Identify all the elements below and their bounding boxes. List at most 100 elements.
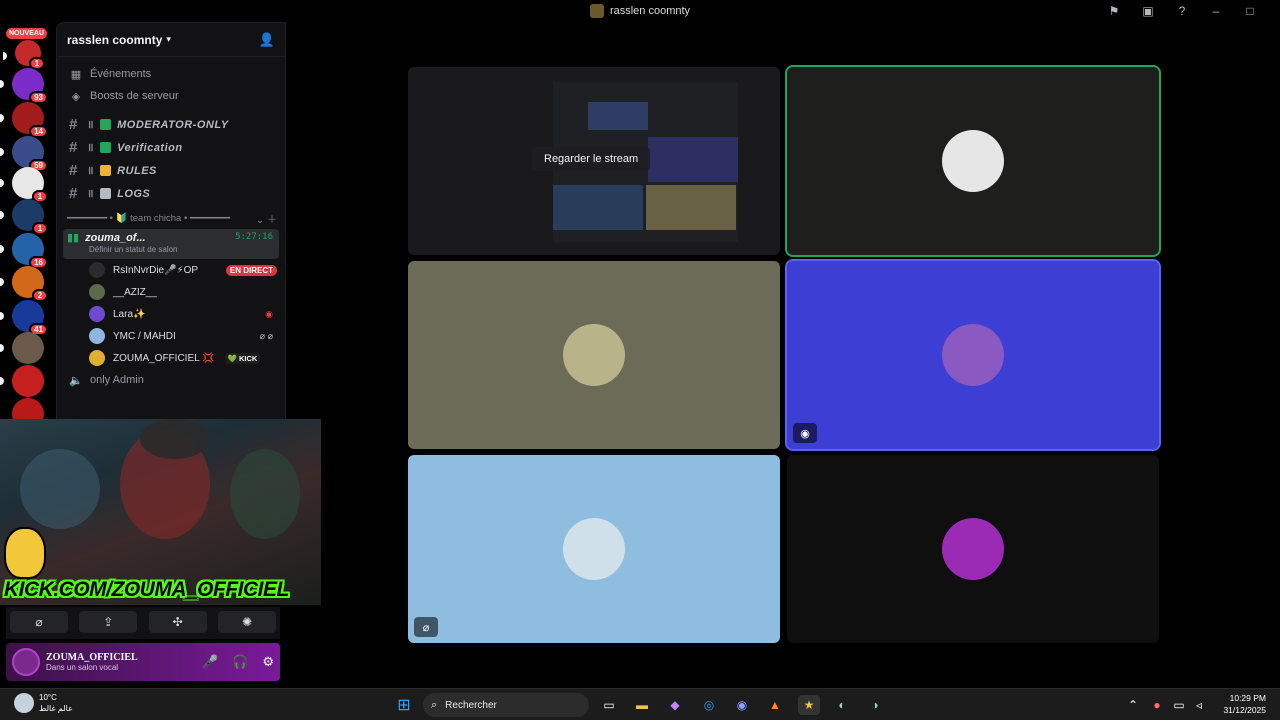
- participant-tile[interactable]: [785, 65, 1161, 257]
- voice-user-name: RsInNvrDie🎤⚡OP: [113, 264, 199, 276]
- server-icon[interactable]: 2: [0, 266, 48, 302]
- participant-avatar: [942, 130, 1004, 192]
- unread-pill: [0, 114, 4, 122]
- task-view-icon[interactable]: ▭: [598, 695, 620, 715]
- voice-timer: 5:27:16: [235, 232, 273, 242]
- set-status-link[interactable]: Définir un statut de salon: [89, 245, 275, 254]
- text-channel[interactable]: # ॥ MODERATOR-ONLY: [57, 113, 285, 136]
- microphone-icon[interactable]: ●: [1146, 695, 1168, 715]
- screen-share-button[interactable]: ⇪: [79, 611, 138, 633]
- unread-pill: [0, 278, 4, 286]
- mention-badge: 1: [32, 222, 48, 235]
- text-channel[interactable]: # ॥ LOGS: [57, 182, 285, 205]
- soundboard-button[interactable]: ✺: [217, 611, 276, 633]
- participant-tile[interactable]: [408, 261, 780, 449]
- events-link[interactable]: ▦ Événements: [57, 63, 285, 85]
- file-explorer-icon[interactable]: ▬: [631, 695, 653, 715]
- app-icon[interactable]: ▲: [764, 695, 786, 715]
- chevron-up-icon[interactable]: ⌃: [1122, 695, 1144, 715]
- hash-icon: #: [69, 139, 78, 156]
- voice-user[interactable]: YMC / MAHDI ⌀ ⌀: [57, 325, 285, 347]
- server-header[interactable]: rasslen coomnty ▾ 👤: [57, 23, 285, 57]
- new-badge: NOUVEAU: [6, 28, 48, 39]
- game-icon[interactable]: ★: [798, 695, 820, 715]
- participant-tile[interactable]: [787, 455, 1159, 643]
- search-icon: ⌕: [431, 698, 438, 711]
- steam-icon[interactable]: ◐: [831, 695, 853, 715]
- boost-icon: ◈: [71, 90, 81, 103]
- speaker-icon: ▮▮: [67, 232, 80, 244]
- add-channel-icon[interactable]: ⌄ ＋: [256, 211, 277, 226]
- channel-name: MODERATOR-ONLY: [117, 118, 229, 131]
- search-input[interactable]: ⌕ Rechercher: [423, 693, 589, 717]
- screen-share-icon[interactable]: ▣: [1138, 1, 1158, 21]
- active-voice-channel[interactable]: ▮▮ zouma_of... 5:27:16 Définir un statut …: [63, 229, 279, 259]
- weather-icon: [14, 693, 34, 713]
- server-icon[interactable]: 1: [0, 167, 48, 203]
- help-icon[interactable]: ?: [1172, 1, 1192, 21]
- voice-channel-only-admin[interactable]: 🔈 only Admin: [57, 369, 285, 391]
- avatar[interactable]: [12, 648, 40, 676]
- channel-emoji: [100, 188, 112, 199]
- participant-tile[interactable]: ⌀: [408, 455, 780, 643]
- unread-pill: [0, 211, 4, 219]
- steam-icon-2[interactable]: ◑: [864, 695, 886, 715]
- text-channel[interactable]: # ॥ RULES: [57, 159, 285, 182]
- server-icon[interactable]: 93: [0, 68, 48, 104]
- copilot-icon[interactable]: ◆: [664, 695, 686, 715]
- edge-icon[interactable]: ◎: [698, 695, 720, 715]
- avatar: [89, 350, 105, 366]
- unread-pill: [3, 52, 7, 60]
- deafened-icon: ◉: [265, 308, 273, 319]
- text-channel[interactable]: # ॥ Verification: [57, 136, 285, 159]
- chevron-down-icon: ▾: [166, 34, 171, 44]
- streamer-avatar: [4, 527, 46, 579]
- microphone-icon[interactable]: 🎤: [202, 654, 218, 670]
- volume-icon[interactable]: ◃: [1188, 695, 1210, 715]
- category-header[interactable]: ━━━━━━━ • 🔰 team chicha • ━━━━━━━ ⌄ ＋: [57, 209, 285, 227]
- network-icon[interactable]: ▭: [1168, 695, 1190, 715]
- voice-user[interactable]: __AZIZ__: [57, 281, 285, 303]
- weather-widget[interactable]: 10°C عالم غالط: [14, 692, 73, 714]
- activities-button[interactable]: ✣: [148, 611, 207, 633]
- speaker-icon: 🔈: [69, 374, 83, 387]
- server-name: rasslen coomnty: [67, 32, 163, 47]
- channel-emoji: [100, 142, 112, 153]
- close-button[interactable]: ✕: [1274, 1, 1280, 21]
- add-member-icon[interactable]: 👤: [259, 32, 275, 48]
- server-icon[interactable]: 16: [0, 233, 48, 269]
- watch-stream-button[interactable]: Regarder le stream: [532, 147, 651, 171]
- server-icon[interactable]: [0, 332, 44, 364]
- unread-pill: [0, 312, 4, 320]
- windows-start-icon[interactable]: ⊞: [393, 695, 415, 715]
- server-icon[interactable]: 1: [0, 199, 48, 235]
- channel-prefix: ॥: [87, 119, 95, 131]
- stream-tile[interactable]: Regarder le stream: [408, 67, 780, 255]
- maximize-button[interactable]: □: [1240, 1, 1260, 21]
- voice-user[interactable]: RsInNvrDie🎤⚡OP EN DIRECT: [57, 259, 285, 281]
- voice-controls: ⌀ ⇪ ✣ ✺: [6, 607, 280, 639]
- user-panel: ZOUMA_OFFICIEL Dans un salon vocal 🎤 🎧 ⚙: [6, 643, 280, 681]
- boosts-link[interactable]: ◈ Boosts de serveur: [57, 85, 285, 107]
- server-icon[interactable]: 41: [0, 300, 48, 336]
- minimize-button[interactable]: –: [1206, 1, 1226, 21]
- camera-off-button[interactable]: ⌀: [10, 611, 68, 633]
- server-icon[interactable]: 1: [3, 40, 45, 70]
- voice-user-name: ZOUMA_OFFICIEL 💢: [113, 352, 215, 364]
- server-icon[interactable]: [0, 365, 44, 397]
- gear-icon[interactable]: ⚙: [262, 654, 274, 670]
- headphones-icon[interactable]: 🎧: [232, 654, 248, 670]
- channel-emoji: [100, 165, 112, 176]
- participant-tile[interactable]: ◉: [785, 259, 1161, 451]
- clock[interactable]: 10:29 PM 31/12/2025: [1223, 692, 1266, 716]
- voice-user[interactable]: ZOUMA_OFFICIEL 💢 💚 KICK: [57, 347, 285, 369]
- voice-user[interactable]: Lara✨ ◉: [57, 303, 285, 325]
- voice-user-name: Lara✨: [113, 308, 146, 320]
- server-icon[interactable]: 59: [0, 136, 48, 172]
- discord-taskbar-icon[interactable]: ◉: [731, 695, 753, 715]
- server-icon[interactable]: 14: [0, 102, 48, 138]
- mention-badge: 2: [32, 289, 48, 302]
- unread-pill: [0, 245, 4, 253]
- flag-icon[interactable]: ⚑: [1104, 1, 1124, 21]
- kick-banner: KICK.COM/ZOUMA_OFFICIEL: [4, 578, 289, 601]
